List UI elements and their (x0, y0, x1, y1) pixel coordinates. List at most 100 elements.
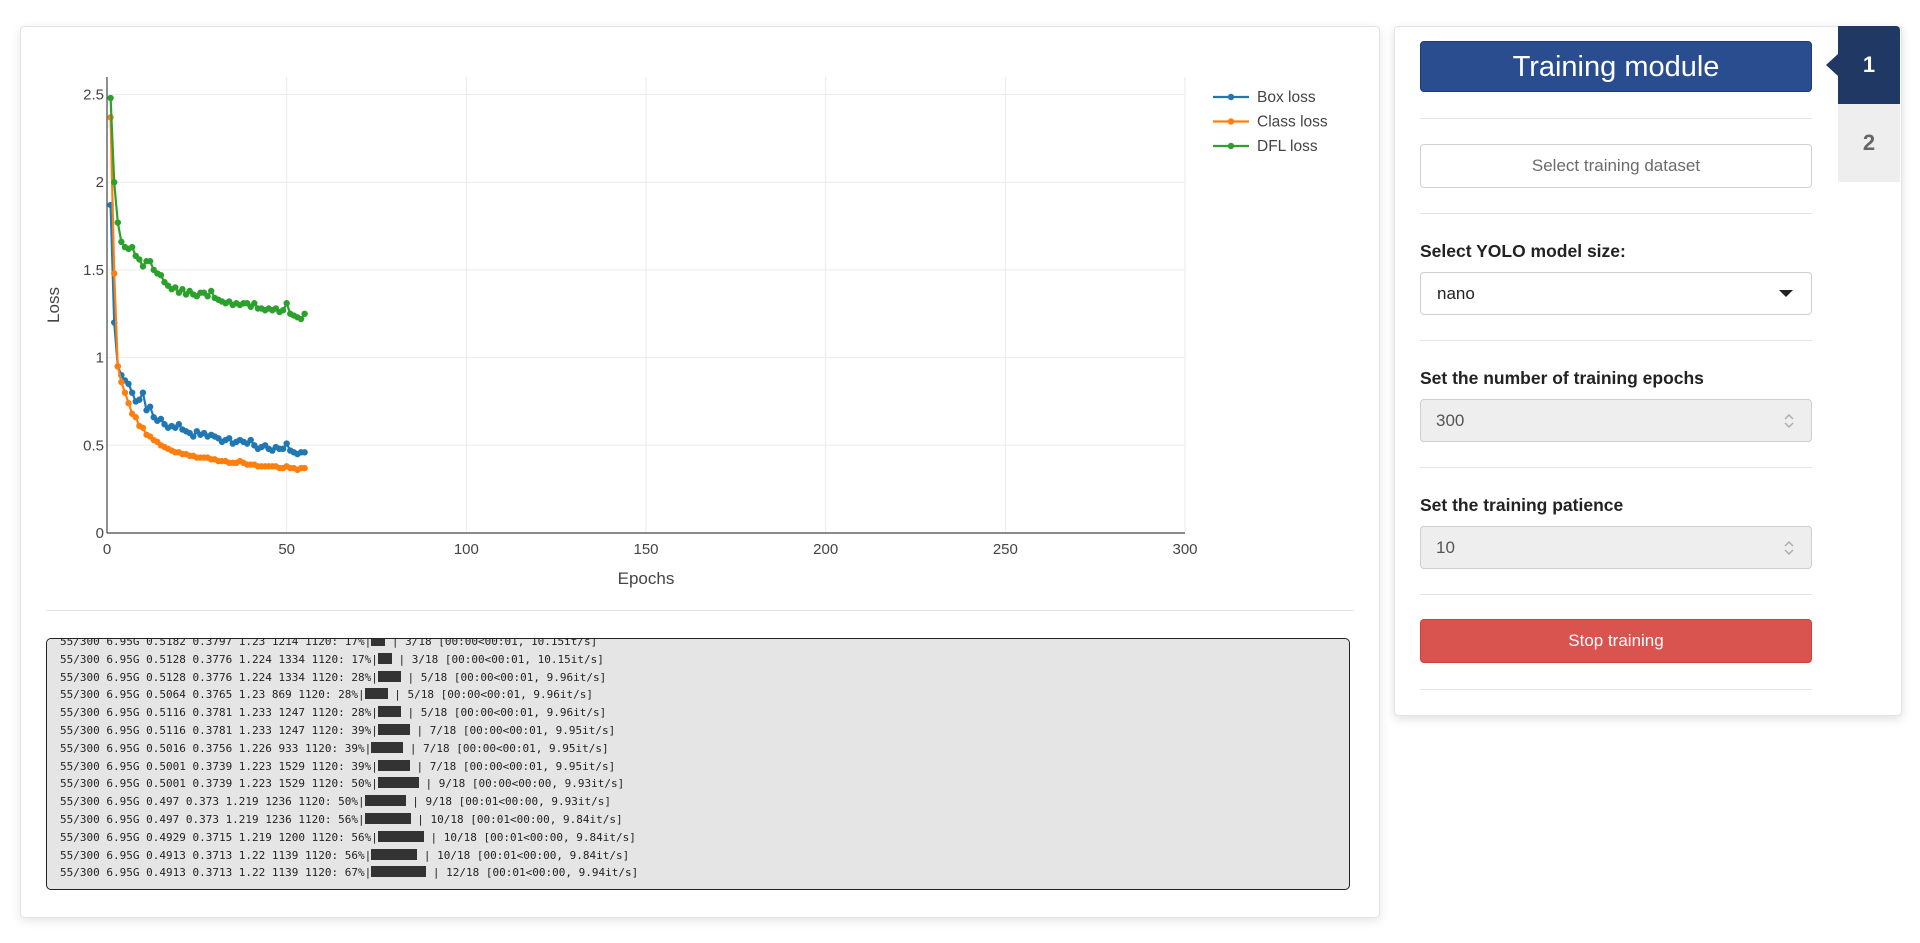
progress-bar (377, 652, 392, 664)
data-point[interactable] (118, 238, 125, 246)
data-point[interactable] (136, 396, 143, 403)
data-point[interactable] (157, 271, 165, 279)
data-point[interactable] (118, 378, 125, 386)
log-line-text: 55/300 6.95G 0.5064 0.3765 1.23 869 1120… (60, 688, 365, 702)
progress-bar (364, 812, 411, 824)
progress-bar (371, 866, 427, 878)
legend-label[interactable]: Class loss (1257, 114, 1328, 131)
training-log-lines: 55/300 6.95G 0.5182 0.3797 1.23 1214 112… (60, 638, 1349, 882)
data-point[interactable] (175, 421, 183, 428)
epochs-input[interactable]: 300 (1420, 399, 1812, 442)
legend-swatch-marker[interactable] (1227, 142, 1235, 150)
log-line-tail: | 9/18 [00:01<00:00, 9.93it/s] (405, 795, 611, 809)
data-point[interactable] (146, 257, 154, 265)
stop-training-button[interactable]: Stop training (1420, 619, 1812, 663)
log-line-tail: | 10/18 [00:01<00:00, 9.84it/s] (417, 848, 630, 862)
data-point[interactable] (121, 389, 129, 396)
data-point[interactable] (225, 435, 233, 442)
data-point[interactable] (283, 300, 290, 307)
x-tick-label: 0 (103, 541, 111, 558)
data-point[interactable] (136, 256, 143, 263)
y-tick-label: 2 (96, 174, 104, 191)
data-point[interactable] (279, 445, 287, 453)
legend-swatch-marker[interactable] (1227, 118, 1235, 125)
data-point[interactable] (283, 440, 290, 447)
data-point[interactable] (110, 179, 118, 186)
data-point[interactable] (107, 94, 114, 102)
series-line (109, 97, 306, 321)
patience-value: 10 (1436, 538, 1455, 557)
data-point[interactable] (125, 380, 132, 388)
data-point[interactable] (125, 400, 132, 407)
legend-label[interactable]: Box loss (1257, 89, 1316, 106)
log-line-text: 55/300 6.95G 0.497 0.373 1.219 1236 1120… (60, 795, 365, 809)
log-line-text: 55/300 6.95G 0.5016 0.3756 1.226 933 112… (60, 741, 372, 755)
data-point[interactable] (279, 307, 287, 314)
data-point[interactable] (301, 449, 308, 456)
log-line: 55/300 6.95G 0.5182 0.3797 1.23 1214 112… (60, 638, 1349, 651)
epochs-value: 300 (1436, 411, 1465, 430)
training-module-panel: Training module Select training dataset … (1394, 26, 1902, 716)
data-point[interactable] (301, 310, 308, 317)
progress-bar (364, 688, 388, 700)
log-line: 55/300 6.95G 0.4913 0.3713 1.22 1139 112… (60, 864, 1349, 882)
data-point[interactable] (157, 415, 165, 423)
log-line: 55/300 6.95G 0.5001 0.3739 1.223 1529 11… (60, 775, 1349, 793)
x-tick-label: 150 (633, 541, 658, 558)
x-tick-label: 300 (1172, 541, 1197, 558)
number-spinner-icon[interactable] (1783, 538, 1795, 558)
data-point[interactable] (128, 389, 136, 396)
legend-label[interactable]: DFL loss (1257, 138, 1318, 155)
tab-1[interactable]: 1 (1838, 26, 1900, 104)
data-point[interactable] (114, 219, 121, 226)
data-point[interactable] (190, 433, 197, 440)
data-point[interactable] (114, 363, 121, 370)
x-tick-label: 250 (993, 541, 1018, 558)
patience-input[interactable]: 10 (1420, 526, 1812, 569)
data-point[interactable] (128, 243, 136, 251)
y-tick-label: 2.5 (83, 87, 104, 104)
x-tick-label: 50 (278, 541, 295, 558)
log-line-text: 55/300 6.95G 0.5001 0.3739 1.223 1529 11… (60, 777, 378, 791)
data-point[interactable] (179, 286, 186, 293)
data-point[interactable] (132, 414, 139, 421)
series-line (109, 204, 305, 456)
log-line-tail: | 10/18 [00:01<00:00, 9.84it/s] (410, 812, 623, 826)
chevron-down-icon (1779, 290, 1793, 297)
training-module-title[interactable]: Training module (1420, 41, 1812, 92)
number-spinner-icon[interactable] (1783, 411, 1795, 431)
data-point[interactable] (301, 464, 308, 472)
legend-swatch-marker[interactable] (1227, 93, 1235, 101)
progress-bar (377, 759, 410, 771)
data-point[interactable] (297, 315, 305, 323)
log-line-text: 55/300 6.95G 0.5128 0.3776 1.224 1334 11… (60, 652, 378, 666)
y-axis-title: Loss (44, 287, 63, 323)
y-tick-label: 0 (96, 525, 104, 542)
progress-bar (377, 670, 401, 682)
patience-label: Set the training patience (1420, 495, 1624, 515)
log-line: 55/300 6.95G 0.4929 0.3715 1.219 1200 11… (60, 829, 1349, 847)
data-point[interactable] (172, 284, 179, 291)
training-log-console[interactable]: 55/300 6.95G 0.5182 0.3797 1.23 1214 112… (46, 638, 1350, 890)
progress-bar (377, 723, 410, 735)
data-point[interactable] (208, 287, 215, 295)
progress-bar (364, 795, 406, 807)
divider (1420, 118, 1812, 119)
divider (1420, 594, 1812, 595)
log-line-tail: | 7/18 [00:00<00:01, 9.95it/s] (409, 759, 616, 773)
data-point[interactable] (146, 403, 154, 410)
tab-2[interactable]: 2 (1838, 104, 1900, 182)
data-point[interactable] (139, 389, 147, 396)
log-line-text: 55/300 6.95G 0.5182 0.3797 1.23 1214 112… (60, 638, 372, 648)
data-point[interactable] (204, 293, 211, 300)
model-size-select[interactable]: nano (1420, 272, 1812, 315)
data-point[interactable] (251, 300, 258, 307)
data-point[interactable] (139, 263, 147, 270)
data-point[interactable] (139, 424, 147, 431)
log-line: 55/300 6.95G 0.5116 0.3781 1.233 1247 11… (60, 722, 1349, 740)
data-point[interactable] (247, 436, 254, 444)
loss-chart: 0 50 100 150 200 250 300 0 0.5 1 1.5 2 2.5 Epochs Loss… (21, 27, 1379, 617)
log-line-text: 55/300 6.95G 0.497 0.373 1.219 1236 1120… (60, 812, 365, 826)
data-point[interactable] (110, 270, 118, 277)
select-training-dataset-button[interactable]: Select training dataset (1420, 144, 1812, 188)
